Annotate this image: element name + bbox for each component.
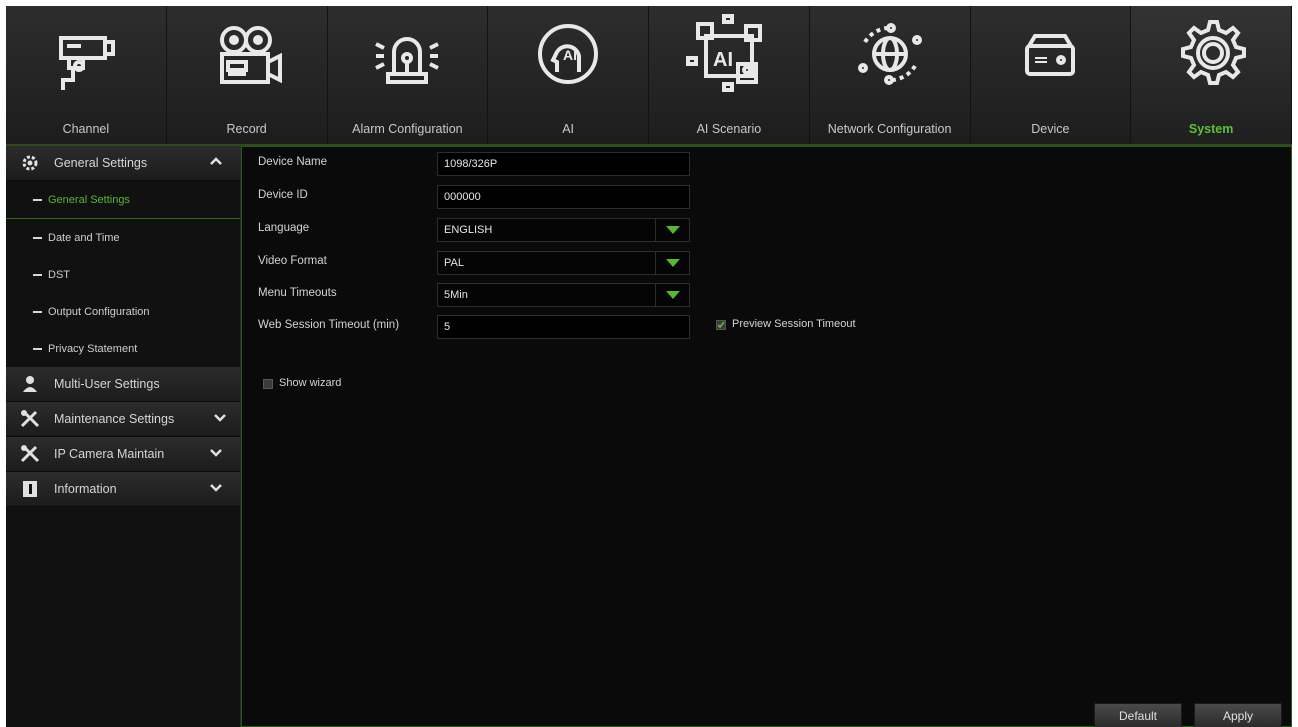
svg-text:AI: AI bbox=[713, 49, 733, 71]
sidebar-section-label: Multi-User Settings bbox=[54, 377, 160, 391]
nav-ai[interactable]: AI AI bbox=[488, 6, 649, 144]
menu-timeouts-label: Menu Timeouts bbox=[258, 287, 337, 299]
device-icon bbox=[1005, 14, 1095, 104]
dvr-screen: Channel Record Alarm Configuration AI AI… bbox=[6, 6, 1292, 727]
web-session-timeout-input[interactable]: 5 bbox=[437, 315, 690, 339]
dash-icon bbox=[33, 347, 42, 350]
sidebar-section-general-settings[interactable]: General Settings bbox=[6, 146, 240, 181]
nav-network-configuration[interactable]: Network Configuration bbox=[809, 6, 971, 144]
sidebar-item-label: Date and Time bbox=[48, 231, 120, 244]
chevron-down-icon bbox=[210, 449, 222, 457]
sidebar-item-label: General Settings bbox=[48, 193, 130, 206]
chevron-up-icon bbox=[210, 157, 222, 165]
show-wizard-label: Show wizard bbox=[279, 377, 342, 389]
alarm-icon bbox=[362, 14, 452, 104]
device-id-input[interactable]: 000000 bbox=[437, 185, 690, 209]
network-icon bbox=[845, 14, 935, 104]
language-value: ENGLISH bbox=[444, 224, 493, 236]
video-format-label: Video Format bbox=[258, 255, 327, 267]
device-name-label: Device Name bbox=[258, 156, 328, 168]
dropdown-arrow-icon bbox=[655, 284, 689, 306]
nav-record[interactable]: Record bbox=[166, 6, 328, 144]
svg-text:AI: AI bbox=[563, 47, 577, 63]
check-icon bbox=[717, 321, 725, 329]
sidebar-item-label: Output Configuration bbox=[48, 305, 150, 318]
nav-label: System bbox=[1188, 122, 1234, 136]
nav-device[interactable]: Device bbox=[970, 6, 1132, 144]
camera-icon bbox=[41, 14, 131, 104]
video-format-value: PAL bbox=[444, 257, 464, 269]
dash-icon bbox=[33, 273, 42, 276]
default-button[interactable]: Default bbox=[1094, 703, 1182, 727]
sidebar-section-label: IP Camera Maintain bbox=[54, 447, 165, 461]
sidebar-item-dst[interactable]: DST bbox=[6, 256, 240, 293]
dropdown-arrow-icon bbox=[655, 219, 689, 241]
nav-label: Alarm Configuration bbox=[352, 122, 463, 136]
sidebar-section-maintenance[interactable]: Maintenance Settings bbox=[6, 402, 240, 437]
nav-label: Network Configuration bbox=[827, 122, 952, 136]
ai-icon: AI bbox=[523, 14, 613, 104]
sidebar-section-label: Information bbox=[54, 482, 117, 496]
language-label: Language bbox=[258, 222, 310, 234]
sidebar-item-label: Privacy Statement bbox=[48, 342, 138, 355]
nav-system[interactable]: System bbox=[1131, 6, 1292, 144]
nav-alarm-configuration[interactable]: Alarm Configuration bbox=[327, 6, 489, 144]
apply-button[interactable]: Apply bbox=[1194, 703, 1282, 727]
sidebar-section-multi-user[interactable]: Multi-User Settings bbox=[6, 367, 240, 402]
sidebar-item-general-settings[interactable]: General Settings bbox=[6, 181, 240, 219]
ai-scenario-icon: AI bbox=[684, 14, 774, 104]
menu-timeouts-select[interactable]: 5Min bbox=[437, 283, 690, 307]
nav-label: AI Scenario bbox=[696, 122, 762, 136]
nav-channel[interactable]: Channel bbox=[6, 6, 167, 144]
menu-timeouts-value: 5Min bbox=[444, 289, 468, 301]
dash-icon bbox=[33, 236, 42, 239]
language-select[interactable]: ENGLISH bbox=[437, 218, 690, 242]
show-wizard-checkbox[interactable] bbox=[263, 379, 273, 389]
device-name-input[interactable]: 1098/326P bbox=[437, 152, 690, 176]
nav-label: Device bbox=[1031, 122, 1070, 136]
record-icon bbox=[202, 14, 292, 104]
settings-panel: Device Name 1098/326P Device ID 000000 L… bbox=[241, 146, 1292, 727]
sidebar-section-label: General Settings bbox=[54, 156, 148, 170]
user-icon bbox=[20, 374, 40, 394]
nav-label: Channel bbox=[62, 122, 110, 136]
chevron-down-icon bbox=[210, 484, 222, 492]
dash-icon bbox=[33, 198, 42, 201]
preview-session-checkbox[interactable] bbox=[716, 320, 726, 330]
dash-icon bbox=[33, 310, 42, 313]
nav-label: AI bbox=[562, 122, 575, 136]
gear-icon bbox=[20, 153, 40, 173]
nav-ai-scenario[interactable]: AI AI Scenario bbox=[649, 6, 810, 144]
top-navigation: Channel Record Alarm Configuration AI AI… bbox=[6, 6, 1292, 146]
sidebar-section-label: Maintenance Settings bbox=[54, 412, 175, 426]
sidebar-item-output-configuration[interactable]: Output Configuration bbox=[6, 293, 240, 330]
nav-label: Record bbox=[226, 122, 267, 136]
info-icon bbox=[20, 479, 40, 499]
gear-icon bbox=[1166, 14, 1256, 104]
sidebar-item-privacy-statement[interactable]: Privacy Statement bbox=[6, 330, 240, 367]
sidebar-section-information[interactable]: Information bbox=[6, 472, 240, 507]
dropdown-arrow-icon bbox=[655, 252, 689, 274]
preview-session-label: Preview Session Timeout bbox=[732, 318, 856, 330]
sidebar-section-ip-camera-maintain[interactable]: IP Camera Maintain bbox=[6, 437, 240, 472]
web-session-timeout-label: Web Session Timeout (min) bbox=[258, 319, 400, 331]
video-format-select[interactable]: PAL bbox=[437, 251, 690, 275]
sidebar-item-date-and-time[interactable]: Date and Time bbox=[6, 219, 240, 256]
sidebar: General Settings General Settings Date a… bbox=[6, 146, 241, 727]
chevron-down-icon bbox=[214, 414, 226, 422]
tools-icon bbox=[20, 444, 40, 464]
sidebar-item-label: DST bbox=[48, 268, 70, 281]
device-id-label: Device ID bbox=[258, 189, 308, 201]
tools-icon bbox=[20, 409, 40, 429]
